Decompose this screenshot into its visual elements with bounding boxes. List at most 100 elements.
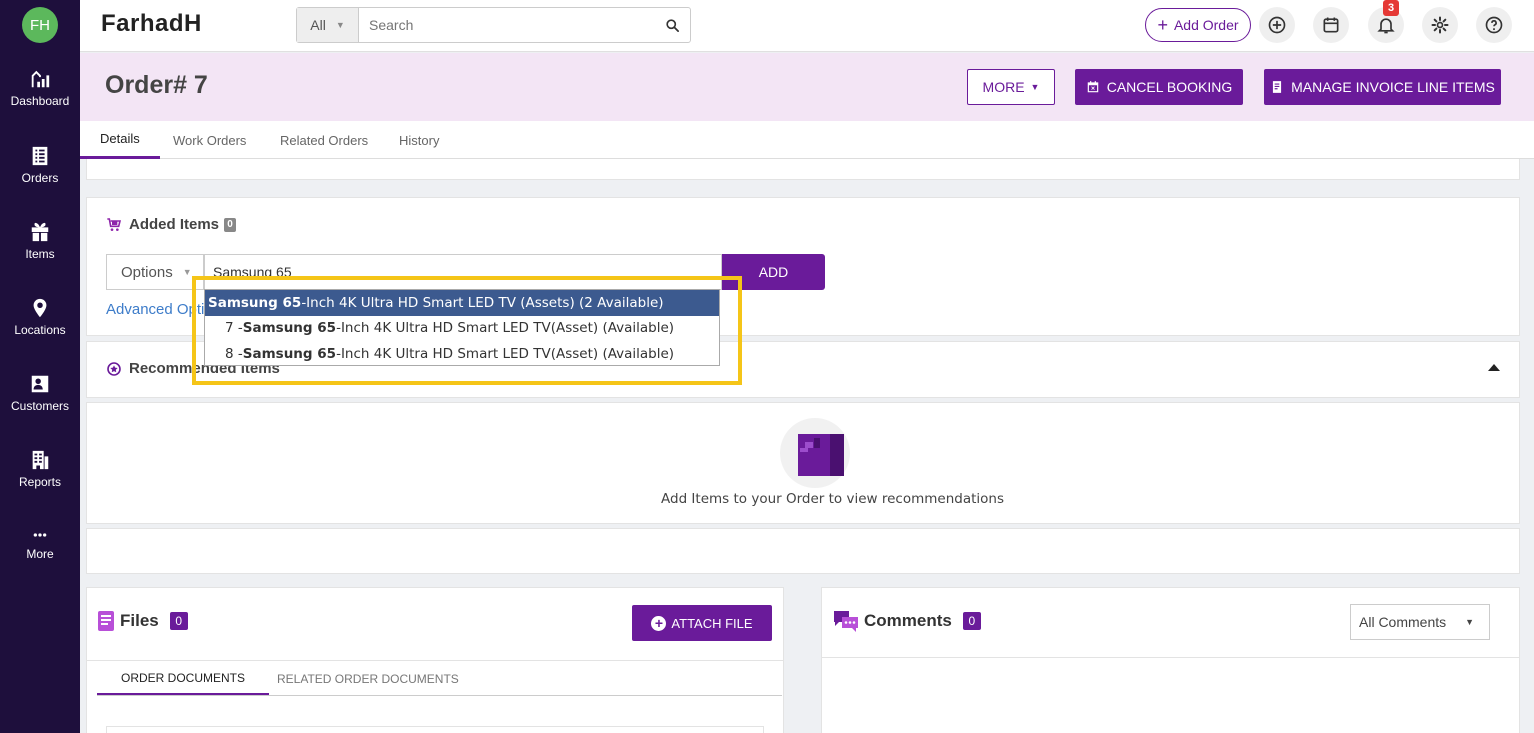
- details-top-panel: [86, 159, 1520, 180]
- added-items-title: Added Items: [129, 216, 220, 233]
- search-icon: [665, 18, 679, 32]
- item-autocomplete-dropdown: Samsung 65 -Inch 4K Ultra HD Smart LED TV…: [204, 289, 720, 366]
- dashboard-icon: [31, 70, 50, 88]
- empty-box-illustration: [780, 418, 850, 488]
- star-circle-icon: [107, 361, 121, 376]
- comment-bubbles-icon: [834, 611, 858, 632]
- divider: [86, 660, 784, 661]
- search-input[interactable]: [359, 8, 654, 42]
- recommendations-empty-text: Add Items to your Order to view recommen…: [661, 491, 1004, 507]
- files-title: Files: [120, 611, 159, 630]
- files-header: Files 0: [97, 610, 188, 632]
- documents-list-container: [106, 726, 764, 733]
- tab-history[interactable]: History: [399, 121, 439, 159]
- search-scope-select[interactable]: All ▼: [297, 8, 359, 42]
- plus-circle-icon: +: [651, 615, 667, 631]
- sidebar-item-reports[interactable]: Reports: [0, 449, 80, 509]
- sidebar-item-label: Items: [25, 247, 55, 261]
- tab-related-order-documents[interactable]: RELATED ORDER DOCUMENTS: [277, 662, 459, 696]
- attach-file-label: ATTACH FILE: [671, 615, 753, 631]
- notification-count-badge: 3: [1383, 0, 1399, 16]
- cancel-booking-label: CANCEL BOOKING: [1106, 79, 1233, 95]
- page-title: Order# 7: [105, 71, 208, 99]
- sidebar-item-orders[interactable]: Orders: [0, 145, 80, 205]
- comments-filter-select[interactable]: All Comments ▼: [1350, 604, 1490, 640]
- cart-icon: [107, 217, 122, 231]
- location-pin-icon: [33, 298, 47, 318]
- settings-button[interactable]: [1422, 7, 1458, 43]
- plus-circle-icon: [1268, 16, 1286, 34]
- sidebar-item-customers[interactable]: Customers: [0, 373, 80, 433]
- search-scope-label: All: [310, 17, 326, 33]
- sidebar-item-dashboard[interactable]: Dashboard: [0, 68, 80, 128]
- comments-filter-label: All Comments: [1359, 614, 1447, 630]
- divider: [97, 695, 782, 696]
- gear-icon: [1431, 16, 1449, 34]
- quick-add-button[interactable]: [1259, 7, 1295, 43]
- notifications-button[interactable]: 3: [1368, 0, 1404, 43]
- customers-icon: [31, 375, 49, 393]
- more-dots-icon: [33, 533, 47, 537]
- more-label: MORE: [982, 79, 1025, 95]
- sidebar-item-items[interactable]: Items: [0, 221, 80, 281]
- help-icon: [1485, 16, 1503, 34]
- option-rest: -Inch 4K Ultra HD Smart LED TV(Asset) (A…: [336, 345, 675, 362]
- item-options-select[interactable]: Options ▼: [106, 254, 204, 290]
- item-search-input[interactable]: [204, 254, 722, 290]
- order-title-band: Order# 7 MORE ▼ CANCEL BOOKING MANAGE IN…: [80, 53, 1534, 121]
- manage-invoice-label: MANAGE INVOICE LINE ITEMS: [1291, 79, 1495, 95]
- chevron-down-icon: ▼: [335, 20, 345, 30]
- gift-icon: [31, 222, 49, 242]
- sidebar-item-label: Reports: [18, 475, 62, 489]
- option-rest: -Inch 4K Ultra HD Smart LED TV (Assets) …: [301, 294, 664, 311]
- calendar-button[interactable]: [1313, 7, 1349, 43]
- cancel-booking-button[interactable]: CANCEL BOOKING: [1075, 69, 1243, 105]
- caret-down-icon: ▼: [1465, 617, 1474, 627]
- sidebar-item-label: Locations: [14, 323, 66, 337]
- add-order-button[interactable]: + Add Order: [1145, 8, 1251, 42]
- search-button[interactable]: [654, 8, 690, 42]
- options-label: Options: [121, 263, 173, 281]
- files-count-badge: 0: [169, 612, 188, 630]
- search-bar: All ▼: [296, 7, 691, 43]
- more-button[interactable]: MORE ▼: [967, 69, 1055, 105]
- add-item-button[interactable]: ADD: [722, 254, 825, 290]
- building-icon: [32, 450, 49, 470]
- tab-order-documents[interactable]: ORDER DOCUMENTS: [97, 662, 270, 696]
- cancel-calendar-icon: [1087, 81, 1098, 93]
- sidebar-item-more[interactable]: More: [0, 527, 80, 587]
- attach-file-button[interactable]: + ATTACH FILE: [632, 605, 772, 641]
- sidebar-item-locations[interactable]: Locations: [0, 297, 80, 357]
- option-match: Samsung 65: [208, 294, 302, 311]
- sidebar-item-label: More: [26, 547, 54, 561]
- tab-related-orders[interactable]: Related Orders: [280, 121, 368, 159]
- tab-details[interactable]: Details: [80, 121, 160, 159]
- collapse-caret-icon[interactable]: [1488, 364, 1500, 371]
- orders-icon: [32, 146, 48, 166]
- user-avatar[interactable]: FH: [22, 7, 58, 43]
- autocomplete-option-asset[interactable]: 7 - Samsung 65 -Inch 4K Ultra HD Smart LE…: [205, 316, 719, 342]
- sidebar-item-label: Customers: [10, 399, 69, 413]
- added-items-count-badge: 0: [224, 217, 237, 232]
- invoice-icon: [1272, 81, 1282, 93]
- bell-icon: [1377, 18, 1395, 34]
- divider: [821, 657, 1520, 658]
- document-icon: [98, 611, 114, 631]
- brand-name: FarhadH: [101, 10, 202, 37]
- added-items-header: Added Items 0: [106, 216, 237, 233]
- sidebar-item-label: Orders: [21, 171, 59, 185]
- option-match: Samsung 65: [242, 345, 337, 362]
- help-button[interactable]: [1476, 7, 1512, 43]
- autocomplete-option-asset[interactable]: 8 - Samsung 65 -Inch 4K Ultra HD Smart LE…: [205, 341, 719, 367]
- caret-down-icon: ▼: [182, 267, 192, 277]
- manage-invoice-button[interactable]: MANAGE INVOICE LINE ITEMS: [1264, 69, 1501, 105]
- option-rest: -Inch 4K Ultra HD Smart LED TV(Asset) (A…: [336, 320, 675, 337]
- option-match: Samsung 65: [242, 320, 337, 337]
- option-prefix: 8 -: [225, 345, 243, 362]
- autocomplete-option-group[interactable]: Samsung 65 -Inch 4K Ultra HD Smart LED TV…: [205, 290, 719, 316]
- sidebar: FH Dashboard Orders Items Locations Cust…: [0, 0, 80, 733]
- caret-down-icon: ▼: [1030, 82, 1040, 92]
- order-tabs: Details Work Orders Related Orders Histo…: [80, 121, 1534, 159]
- tab-work-orders[interactable]: Work Orders: [173, 121, 246, 159]
- sidebar-item-label: Dashboard: [10, 94, 70, 108]
